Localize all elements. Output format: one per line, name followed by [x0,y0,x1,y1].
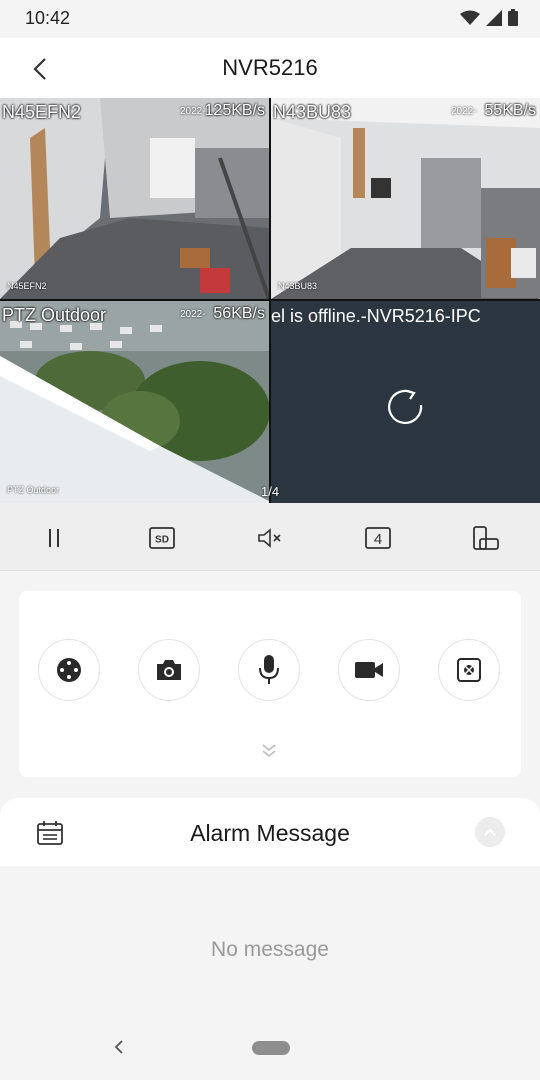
signal-icon [486,9,502,26]
camera-2-feed [271,98,540,299]
pause-icon [49,529,59,547]
rotate-button[interactable] [471,523,501,553]
mute-icon [258,528,281,548]
page-title: NVR5216 [222,55,318,80]
offline-message: el is offline.-NVR5216-IPC [271,306,481,326]
camera-2-osd: N43BU83 [278,281,318,291]
camera-2-timestamp: 2022- [451,106,477,117]
talk-button[interactable] [238,639,300,701]
alarm-header: Alarm Message [0,798,540,866]
rotate-icon [473,526,499,550]
playback-controls: SD 4 [0,503,540,571]
collapse-button[interactable] [475,817,505,847]
alarm-title: Alarm Message [190,820,350,846]
snapshot-button[interactable] [138,639,200,701]
sd-icon: SD [149,527,175,549]
camera-3-name: PTZ Outdoor [2,305,107,325]
camera-3-bitrate: 56KB/s [213,305,265,322]
mute-button[interactable] [255,523,285,553]
reload-icon[interactable] [383,383,427,427]
ptz-button[interactable] [38,639,100,701]
fisheye-button[interactable] [438,639,500,701]
record-button[interactable] [338,639,400,701]
fisheye-icon [457,658,481,682]
split-screen-icon: 4 [365,527,391,549]
ptz-icon [57,658,81,682]
action-panel [19,591,521,777]
camera-1-feed [0,98,269,299]
pause-button[interactable] [39,523,69,553]
empty-message: No message [211,938,329,961]
camera-view-2[interactable]: N43BU83 2022- 55KB/s N43BU83 [271,98,540,299]
status-time: 10:42 [25,8,71,28]
quality-button[interactable]: SD [147,523,177,553]
chevron-up-icon [484,828,496,836]
nav-back-icon[interactable] [112,1038,126,1056]
split-count: 4 [374,531,382,548]
video-grid[interactable]: N45EFN2 2022- 125KB/s N45EFN2 N43BU83 20… [0,98,540,503]
chevron-down-double-icon[interactable] [261,743,277,759]
app-header: NVR5216 [0,38,540,98]
microphone-icon [259,655,279,684]
battery-icon [508,9,518,26]
split-screen-button[interactable]: 4 [363,523,393,553]
camera-3-timestamp: 2022- [180,309,206,320]
quality-label: SD [155,535,169,546]
page-indicator: 1/4 [261,484,280,499]
camera-2-name: N43BU83 [273,102,352,122]
camera-view-1[interactable]: N45EFN2 2022- 125KB/s N45EFN2 [0,98,269,299]
camera-1-osd: N45EFN2 [7,281,47,291]
camera-3-feed [0,301,269,503]
camera-1-name: N45EFN2 [2,102,82,122]
status-bar: 10:42 [0,0,540,38]
snapshot-icon [157,660,181,680]
camera-view-4-offline[interactable]: el is offline.-NVR5216-IPC [271,301,540,503]
nav-home-button[interactable] [252,1041,290,1055]
camera-view-3[interactable]: PTZ Outdoor 2022- 56KB/s PTZ Outdoor [0,301,269,503]
wifi-icon [460,10,480,25]
status-icons [460,9,518,26]
camera-2-bitrate: 55KB/s [484,102,536,119]
camera-1-bitrate: 125KB/s [204,102,265,119]
camera-1-timestamp: 2022- [180,106,206,117]
record-icon [355,662,383,678]
camera-3-osd: PTZ Outdoor [7,485,60,495]
